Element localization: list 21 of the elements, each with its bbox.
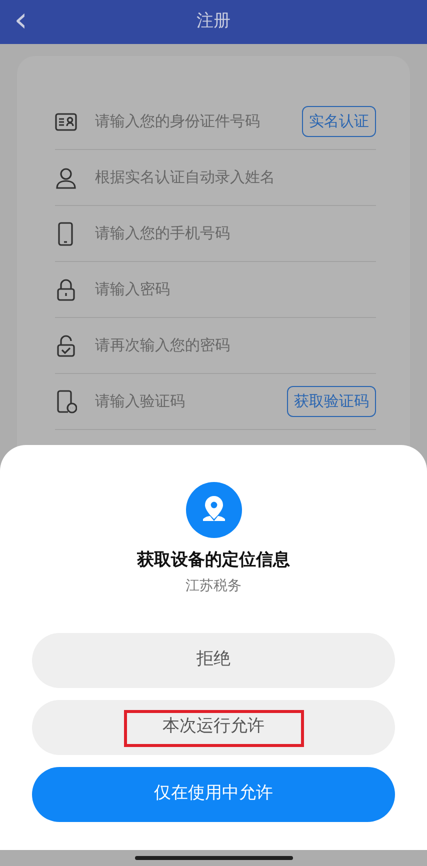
input-field[interactable]: 请再次输入您的密码 [95, 334, 376, 357]
person-icon [55, 166, 77, 190]
location-pin-icon [186, 482, 242, 538]
permission-button[interactable]: 仅在使用中允许 [32, 766, 395, 822]
page-title: 注册 [196, 10, 230, 34]
input-field[interactable]: 请输入密码 [95, 278, 376, 301]
permission-button[interactable]: 本次运行允许 [32, 700, 395, 754]
dialog-title: 获取设备的定位信息 [136, 549, 291, 572]
home-indicator[interactable] [134, 856, 292, 860]
input-field[interactable]: 请输入您的身份证件号码 [95, 110, 284, 133]
input-field[interactable]: 根据实名认证自动录入姓名 [95, 166, 376, 189]
verify-button[interactable]: 获取验证码 [287, 386, 376, 417]
lock-icon [55, 278, 77, 302]
verify-button[interactable]: 实名认证 [302, 106, 376, 137]
input-field[interactable]: 请输入验证码 [95, 390, 269, 413]
app-name: 江苏税务 [184, 576, 242, 596]
back-button[interactable]: ‹ [14, 0, 28, 40]
phone-chat-icon [55, 390, 77, 414]
input-field[interactable]: 请输入您的手机号码 [95, 222, 376, 245]
permission-button[interactable]: 拒绝 [32, 632, 395, 688]
lock-check-icon [55, 334, 77, 358]
